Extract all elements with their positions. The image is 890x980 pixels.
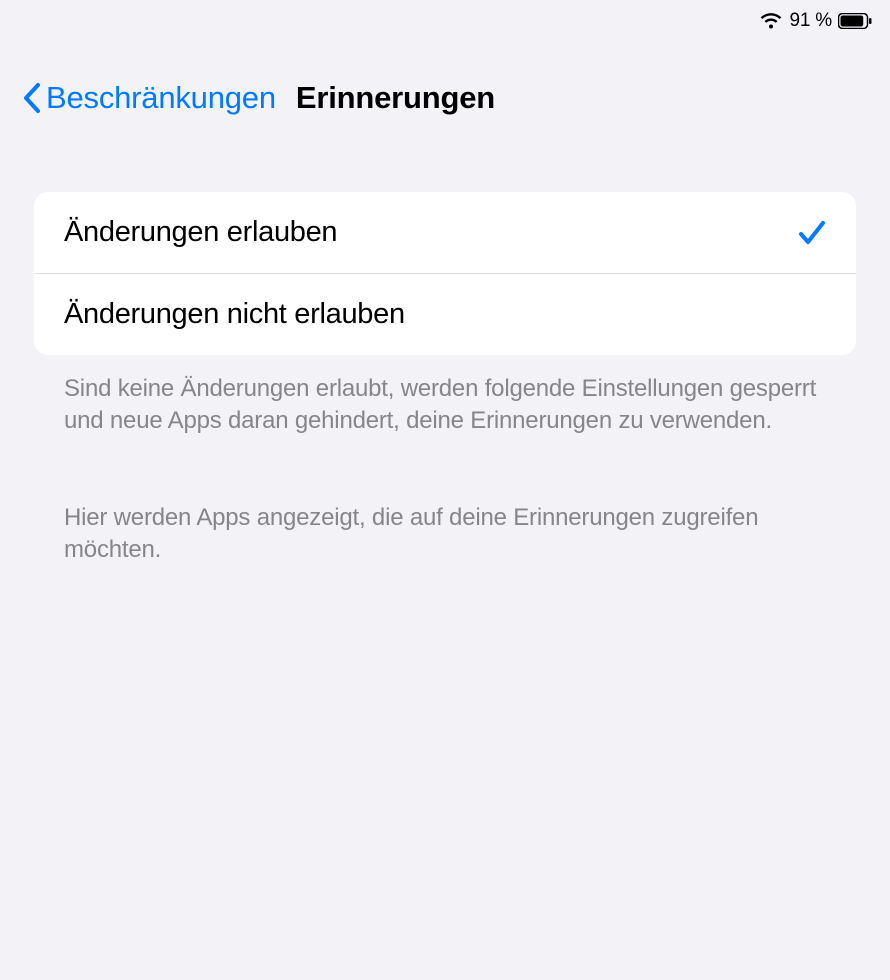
option-disallow-changes[interactable]: Änderungen nicht erlauben — [34, 273, 856, 355]
checkmark-icon — [798, 220, 826, 246]
battery-icon — [838, 13, 872, 29]
chevron-left-icon — [20, 81, 44, 115]
footer-text-2: Hier werden Apps angezeigt, die auf dein… — [34, 438, 856, 567]
options-list: Änderungen erlauben Änderungen nicht erl… — [34, 192, 856, 355]
status-bar: 91 % — [0, 0, 890, 38]
footer-text-1: Sind keine Änderungen erlaubt, werden fo… — [34, 355, 856, 438]
option-label: Änderungen nicht erlauben — [64, 298, 405, 331]
option-allow-changes[interactable]: Änderungen erlauben — [34, 192, 856, 273]
back-label: Beschränkungen — [46, 80, 276, 116]
content: Änderungen erlauben Änderungen nicht erl… — [0, 126, 890, 567]
battery-percentage: 91 % — [789, 10, 832, 32]
back-button[interactable]: Beschränkungen — [20, 80, 276, 116]
page-title: Erinnerungen — [296, 80, 495, 116]
option-label: Änderungen erlauben — [64, 216, 337, 249]
wifi-icon — [759, 12, 783, 30]
nav-header: Beschränkungen Erinnerungen — [0, 38, 890, 126]
